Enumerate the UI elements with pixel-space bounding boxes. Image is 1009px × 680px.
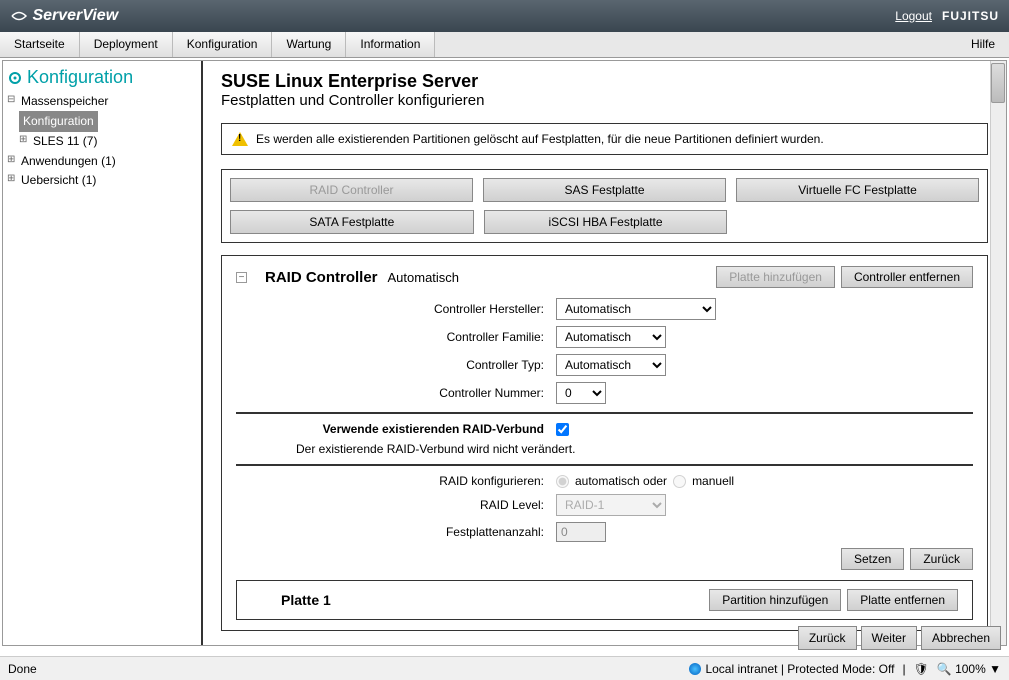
vendor-logo: FUJITSU — [942, 9, 999, 23]
btn-raid-controller[interactable]: RAID Controller — [230, 178, 473, 202]
menu-information[interactable]: Information — [346, 32, 435, 57]
btn-controller-entfernen[interactable]: Controller entfernen — [841, 266, 973, 288]
status-divider: | — [902, 662, 905, 676]
btn-platte-entfernen[interactable]: Platte entfernen — [847, 589, 958, 611]
scroll-thumb[interactable] — [991, 63, 1005, 103]
radio-automatisch[interactable] — [556, 475, 569, 488]
raid-panel-title: RAID Controller — [265, 269, 378, 286]
platte-1-panel: Platte 1 Partition hinzufügen Platte ent… — [236, 580, 973, 620]
tree-uebersicht[interactable]: Uebersicht (1) — [7, 171, 197, 190]
radio-manual-label: manuell — [692, 474, 734, 488]
select-raid-level[interactable]: RAID-1 — [556, 494, 666, 516]
scrollbar[interactable] — [990, 61, 1006, 645]
page-title: SUSE Linux Enterprise Server — [221, 71, 988, 92]
label-existing-raid: Verwende existierenden RAID-Verbund — [236, 422, 556, 436]
label-raid-level: RAID Level: — [236, 498, 556, 512]
raid-controller-panel: − RAID Controller Automatisch Platte hin… — [221, 255, 988, 631]
tree-konfiguration[interactable]: Konfiguration — [19, 111, 98, 132]
input-festplattenanzahl[interactable] — [556, 522, 606, 542]
menu-hilfe[interactable]: Hilfe — [957, 32, 1009, 57]
menu-wartung[interactable]: Wartung — [272, 32, 346, 57]
protected-mode-icon[interactable]: 🛡 — [914, 662, 929, 676]
existing-raid-note: Der existierende RAID-Verbund wird nicht… — [236, 442, 973, 456]
sidebar-title: Konfiguration — [7, 67, 197, 88]
radio-manuell[interactable] — [673, 475, 686, 488]
raid-panel-mode: Automatisch — [388, 270, 460, 285]
radio-auto-label: automatisch oder — [575, 474, 667, 488]
topbar: ServerView Logout FUJITSU — [0, 0, 1009, 32]
gear-icon — [7, 70, 23, 86]
menu-startseite[interactable]: Startseite — [0, 32, 80, 57]
btn-wizard-zurueck[interactable]: Zurück — [798, 626, 857, 650]
btn-virtuelle-fc[interactable]: Virtuelle FC Festplatte — [736, 178, 979, 202]
tree-anwendungen[interactable]: Anwendungen (1) — [7, 152, 197, 171]
sidebar: Konfiguration Massenspeicher Konfigurati… — [3, 61, 203, 645]
btn-platte-hinzufuegen[interactable]: Platte hinzufügen — [716, 266, 835, 288]
btn-zurueck-form[interactable]: Zurück — [910, 548, 973, 570]
label-typ: Controller Typ: — [236, 358, 556, 372]
btn-sas-festplatte[interactable]: SAS Festplatte — [483, 178, 726, 202]
label-familie: Controller Familie: — [236, 330, 556, 344]
label-raid-konfigurieren: RAID konfigurieren: — [236, 474, 556, 488]
menu-konfiguration[interactable]: Konfiguration — [173, 32, 273, 57]
logout-link[interactable]: Logout — [895, 9, 932, 23]
menubar: Startseite Deployment Konfiguration Wart… — [0, 32, 1009, 58]
btn-partition-hinzufuegen[interactable]: Partition hinzufügen — [709, 589, 841, 611]
select-hersteller[interactable]: Automatisch — [556, 298, 716, 320]
menu-deployment[interactable]: Deployment — [80, 32, 173, 57]
status-zoom-dropdown[interactable]: 🔍 100% ▼ — [937, 662, 1001, 676]
status-done: Done — [8, 662, 37, 676]
select-familie[interactable]: Automatisch — [556, 326, 666, 348]
tree-sles11[interactable]: SLES 11 (7) — [19, 132, 197, 151]
btn-iscsi-hba[interactable]: iSCSI HBA Festplatte — [484, 210, 728, 234]
page-subtitle: Festplatten und Controller konfigurieren — [221, 92, 988, 109]
btn-wizard-abbrechen[interactable]: Abbrechen — [921, 626, 1001, 650]
product-logo: ServerView — [10, 7, 118, 25]
label-festplattenanzahl: Festplattenanzahl: — [236, 525, 556, 539]
collapse-icon[interactable]: − — [236, 272, 247, 283]
label-nummer: Controller Nummer: — [236, 386, 556, 400]
label-hersteller: Controller Hersteller: — [236, 302, 556, 316]
btn-wizard-weiter[interactable]: Weiter — [861, 626, 917, 650]
tree-massenspeicher[interactable]: Massenspeicher — [7, 92, 197, 111]
wizard-footer-buttons: Zurück Weiter Abbrechen — [798, 626, 1001, 650]
checkbox-existing-raid[interactable] — [556, 423, 569, 436]
select-typ[interactable]: Automatisch — [556, 354, 666, 376]
select-nummer[interactable]: 0 — [556, 382, 606, 404]
btn-sata-festplatte[interactable]: SATA Festplatte — [230, 210, 474, 234]
warning-box: Es werden alle existierenden Partitionen… — [221, 123, 988, 155]
warning-icon — [232, 132, 248, 146]
main-content: SUSE Linux Enterprise Server Festplatten… — [203, 61, 1006, 645]
warning-text: Es werden alle existierenden Partitionen… — [256, 132, 824, 146]
statusbar: Done Local intranet | Protected Mode: Of… — [0, 656, 1009, 680]
controller-type-buttons: RAID Controller SAS Festplatte Virtuelle… — [221, 169, 988, 243]
globe-icon — [689, 663, 701, 675]
platte-title: Platte 1 — [281, 592, 331, 608]
btn-setzen[interactable]: Setzen — [841, 548, 904, 570]
status-zone: Local intranet | Protected Mode: Off — [705, 662, 894, 676]
